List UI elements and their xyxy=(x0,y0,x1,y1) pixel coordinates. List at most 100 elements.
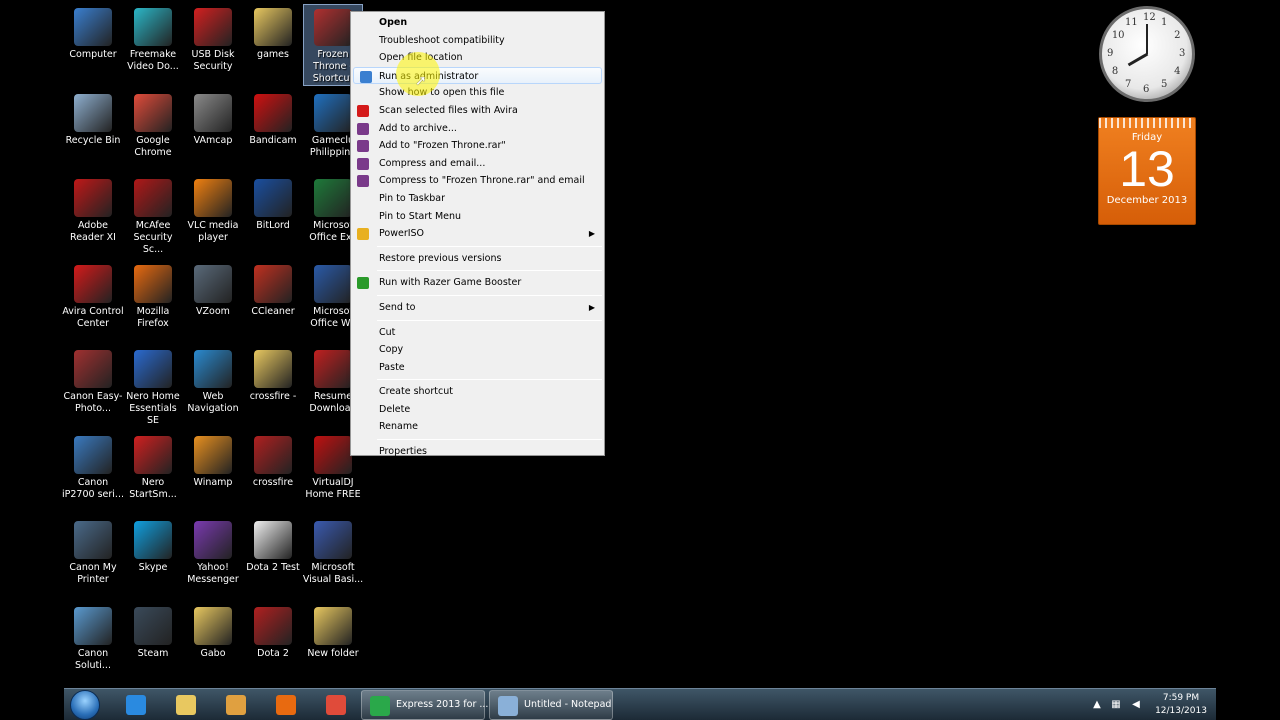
taskbar-pinned-ie[interactable] xyxy=(118,690,156,720)
menu-item[interactable]: Compress and email... xyxy=(351,155,604,173)
menu-item[interactable]: Cut xyxy=(351,324,604,342)
desktop-icon-image xyxy=(74,521,112,559)
desktop-icon-label: Dota 2 xyxy=(257,648,289,659)
clock-gadget[interactable]: 12 1 2 3 4 5 6 7 8 9 10 11 xyxy=(1099,6,1195,102)
desktop-icon[interactable]: USB Disk Security xyxy=(183,4,243,86)
desktop-icon[interactable]: games xyxy=(243,4,303,86)
menu-item[interactable]: Pin to Start Menu xyxy=(351,208,604,226)
desktop-icon-label: Canon My Printer xyxy=(69,562,117,585)
menu-item[interactable]: Add to "Frozen Throne.rar" xyxy=(351,137,604,155)
desktop-icon-image xyxy=(194,521,232,559)
menu-item[interactable]: Run with Razer Game Booster xyxy=(351,274,604,292)
taskbar-pinned-chrome[interactable] xyxy=(318,690,356,720)
menu-item[interactable]: Add to archive... xyxy=(351,120,604,138)
desktop-icon[interactable]: VLC media player xyxy=(183,175,243,257)
desktop-icon[interactable]: crossfire xyxy=(243,432,303,514)
desktop-icon[interactable]: crossfire - xyxy=(243,346,303,428)
taskbar-window-button[interactable]: Express 2013 for ... xyxy=(361,690,488,720)
desktop-icon-label: Recycle Bin xyxy=(65,135,121,146)
desktop-icon[interactable]: Canon iP2700 seri... xyxy=(62,432,124,514)
desktop-icon[interactable]: Dota 2 Test xyxy=(243,517,303,599)
taskbar-pinned-explorer[interactable] xyxy=(168,690,206,720)
desktop-icon[interactable]: Recycle Bin xyxy=(63,90,123,172)
desktop-icon-label: VirtualDJ Home FREE xyxy=(305,477,361,500)
desktop-icon[interactable]: VAmcap xyxy=(183,90,243,172)
menu-item[interactable]: Delete xyxy=(351,401,604,419)
tray-clock[interactable]: 7:59 PM 12/13/2013 xyxy=(1151,692,1211,718)
menu-item[interactable]: Rename xyxy=(351,418,604,436)
desktop-icon[interactable]: Dota 2 xyxy=(243,603,303,685)
menu-item[interactable]: Paste xyxy=(351,359,604,377)
desktop-icon-label: Canon Easy-Photo... xyxy=(63,391,123,414)
tray-expand-icon[interactable]: ▲ xyxy=(1091,699,1103,711)
taskbar-pinned-media[interactable] xyxy=(218,690,256,720)
desktop-icon-label: Canon Soluti... xyxy=(75,648,111,671)
menu-item[interactable]: Pin to Taskbar xyxy=(351,190,604,208)
menu-item[interactable]: Troubleshoot compatibility xyxy=(351,32,604,50)
desktop-icon[interactable]: BitLord xyxy=(243,175,303,257)
tray-time: 7:59 PM xyxy=(1162,693,1200,703)
desktop-icon[interactable]: Nero StartSm... xyxy=(123,432,183,514)
desktop-icon[interactable]: New folder xyxy=(303,603,363,685)
network-icon[interactable]: ▦ xyxy=(1110,699,1122,711)
desktop-icon-image xyxy=(74,265,112,303)
context-menu: Open Troubleshoot compatibility Open file … xyxy=(350,11,605,457)
menu-item[interactable]: Copy xyxy=(351,341,604,359)
desktop-icon[interactable]: Microsoft Visual Basi... xyxy=(303,517,363,599)
desktop-icon[interactable]: Computer xyxy=(63,4,123,86)
clock-number: 4 xyxy=(1174,66,1181,77)
desktop-icon[interactable]: Bandicam xyxy=(243,90,303,172)
desktop-icon[interactable]: Mozilla Firefox xyxy=(123,261,183,343)
menu-item-label: Cut xyxy=(379,326,396,338)
volume-icon[interactable]: ◀ xyxy=(1130,699,1142,711)
desktop-icon-image xyxy=(134,94,172,132)
menu-item-icon xyxy=(360,70,372,83)
menu-item[interactable]: Restore previous versions xyxy=(351,250,604,268)
menu-item[interactable]: Create shortcut xyxy=(351,383,604,401)
desktop-icon[interactable]: Nero Home Essentials SE xyxy=(123,346,183,428)
desktop-icon[interactable]: Canon Easy-Photo... xyxy=(63,346,123,428)
taskbar-pinned-firefox[interactable] xyxy=(268,690,306,720)
menu-item-label: Add to archive... xyxy=(379,122,457,134)
menu-item[interactable]: Compress to "Frozen Throne.rar" and emai… xyxy=(351,172,604,190)
menu-item-icon xyxy=(357,104,369,117)
tray-date: 12/13/2013 xyxy=(1155,706,1207,716)
desktop-icon-label: Gabo xyxy=(200,648,226,659)
calendar-gadget[interactable]: Friday 13 December 2013 xyxy=(1098,117,1196,225)
menu-separator xyxy=(377,270,602,272)
start-button[interactable] xyxy=(70,690,100,720)
desktop-icon[interactable]: Steam xyxy=(123,603,183,685)
desktop-icon[interactable]: Web Navigation xyxy=(183,346,243,428)
menu-item[interactable]: Show how to open this file xyxy=(351,84,604,102)
menu-item[interactable]: Properties xyxy=(351,443,604,461)
desktop-icon[interactable]: Canon My Printer xyxy=(63,517,123,599)
desktop-icon[interactable]: McAfee Security Sc... xyxy=(123,175,183,257)
menu-item[interactable]: Open file location xyxy=(351,49,604,67)
desktop-icon[interactable]: VZoom xyxy=(183,261,243,343)
desktop-icon-label: VLC media player xyxy=(187,220,239,243)
desktop-icon-image xyxy=(134,8,172,46)
menu-item[interactable]: Send to ▶ xyxy=(351,299,604,317)
menu-separator xyxy=(377,379,602,381)
chrome-icon xyxy=(326,695,346,715)
desktop-icon[interactable]: Google Chrome xyxy=(123,90,183,172)
submenu-arrow-icon: ▶ xyxy=(588,229,595,239)
menu-item[interactable]: Scan selected files with Avira xyxy=(351,102,604,120)
desktop-icon[interactable]: Canon Soluti... xyxy=(63,603,123,685)
desktop-icon[interactable]: Skype xyxy=(123,517,183,599)
desktop-icon[interactable]: Gabo xyxy=(183,603,243,685)
desktop-icon[interactable]: CCleaner xyxy=(243,261,303,343)
menu-item-label: Properties xyxy=(379,446,428,458)
taskbar-window-button[interactable]: Untitled - Notepad xyxy=(489,690,613,720)
menu-item-label: Scan selected files with Avira xyxy=(379,104,518,116)
desktop-icon[interactable]: Winamp xyxy=(183,432,243,514)
menu-item[interactable]: Open xyxy=(351,14,604,32)
menu-item[interactable]: Run as administrator xyxy=(353,66,602,85)
desktop-icon-image xyxy=(194,436,232,474)
desktop-icon[interactable]: Freemake Video Do... xyxy=(123,4,183,86)
desktop-icon[interactable]: Yahoo! Messenger xyxy=(183,517,243,599)
desktop-icon-label: BitLord xyxy=(256,220,290,231)
desktop-icon[interactable]: Avira Control Center xyxy=(62,261,124,343)
menu-item[interactable]: PowerISO ▶ xyxy=(351,225,604,243)
desktop-icon[interactable]: Adobe Reader XI xyxy=(63,175,123,257)
